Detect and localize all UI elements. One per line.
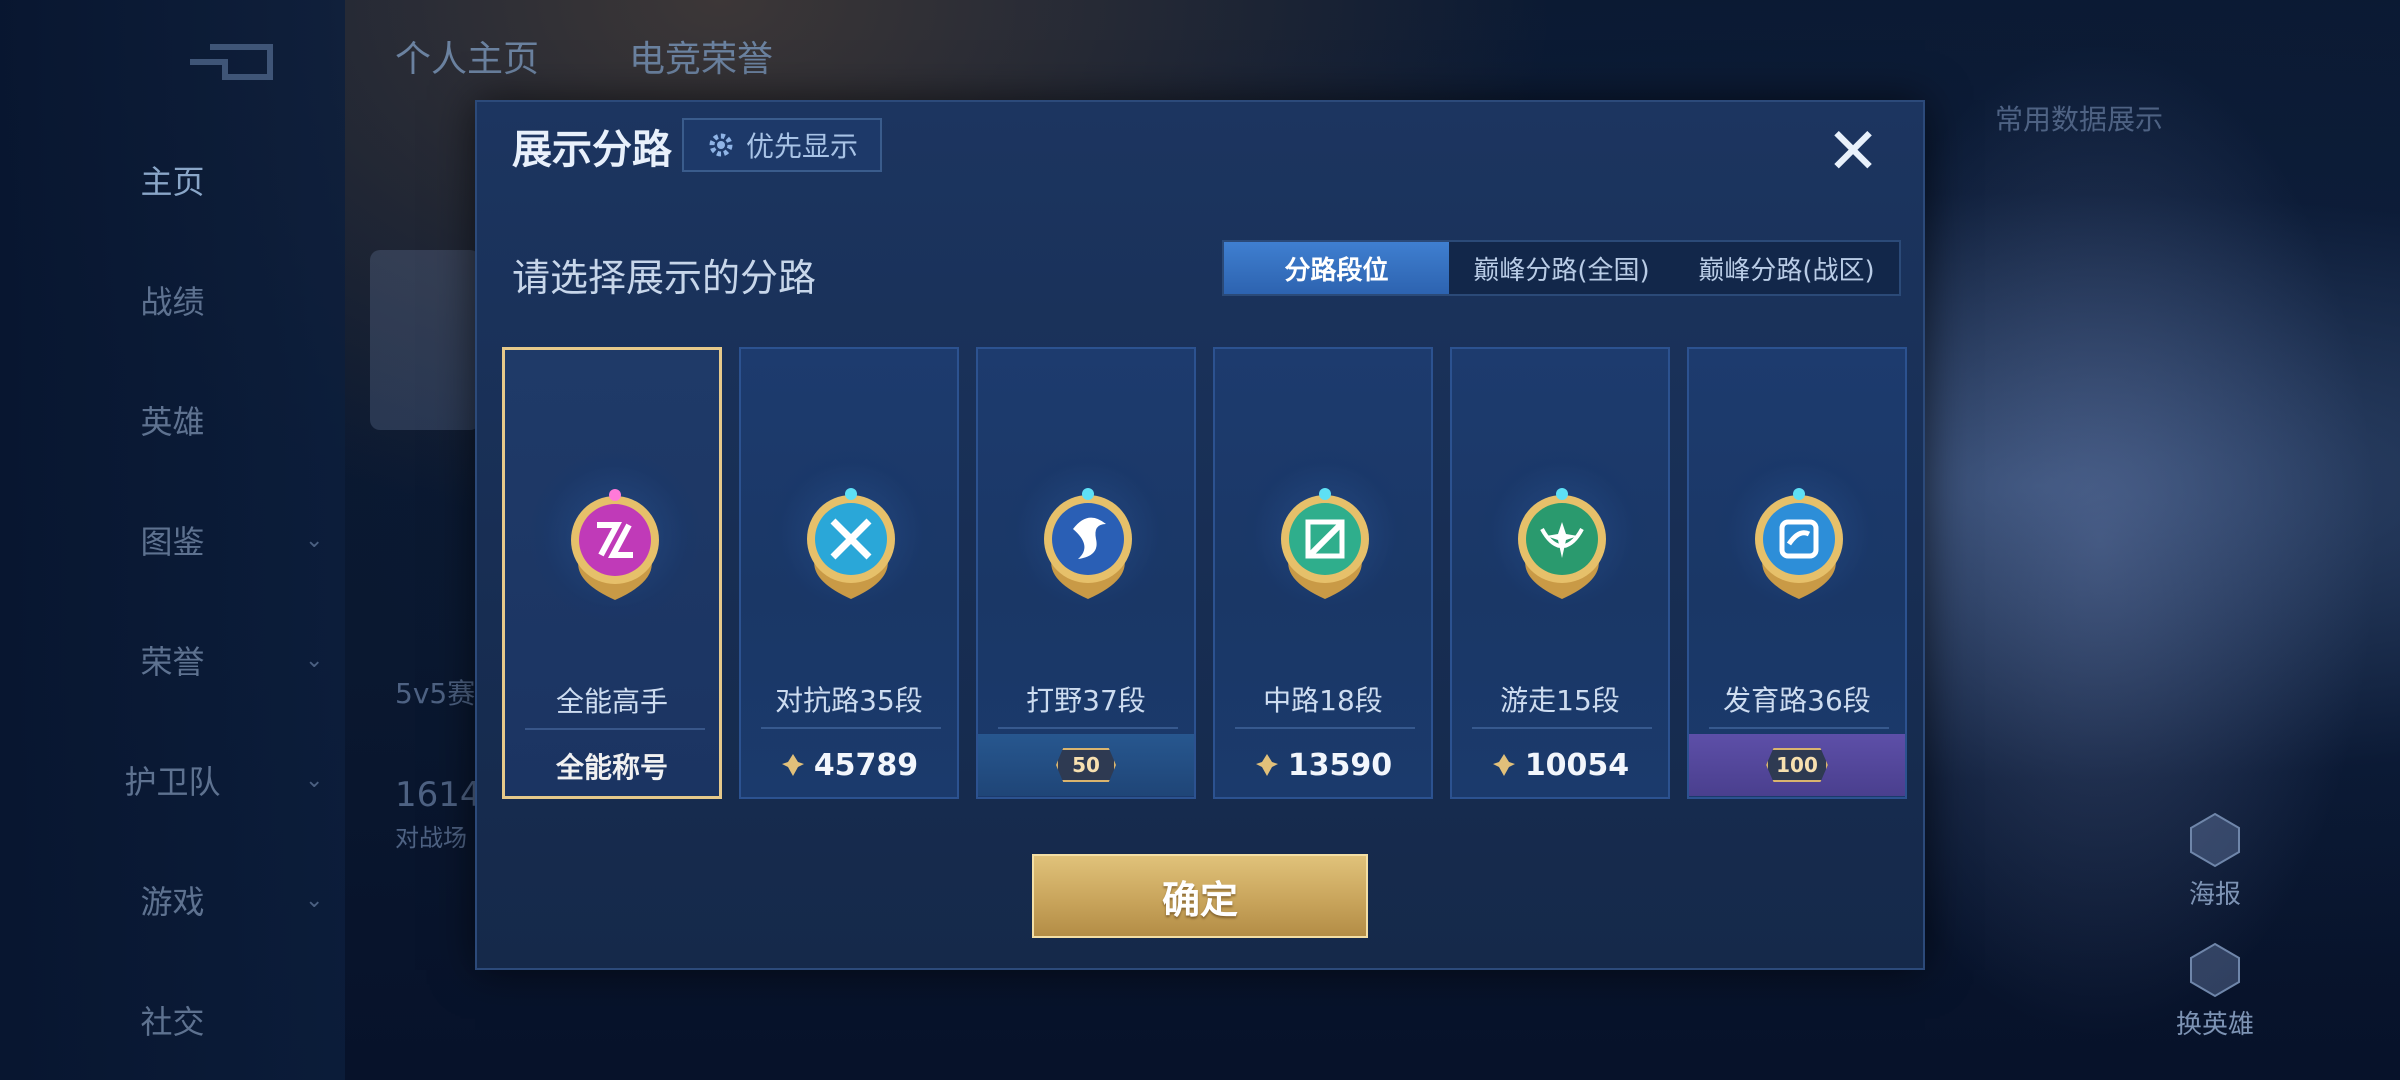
- lane-card-all-rounder[interactable]: 全能高手 全能称号: [502, 347, 722, 799]
- divider: [1472, 727, 1652, 729]
- lane-points-value: 45789: [813, 747, 919, 783]
- emblem-glow: [1240, 449, 1410, 619]
- card-title: 中路18段: [1263, 684, 1383, 717]
- gear-icon: [709, 133, 733, 157]
- nav-label: 图鉴: [140, 523, 205, 561]
- mode-label: 5v5赛: [395, 677, 476, 710]
- card-title: 游走15段: [1500, 684, 1620, 717]
- priority-display-label: 优先显示: [745, 130, 858, 163]
- nav-item-games[interactable]: 游戏 ⌄: [0, 865, 345, 935]
- poster-label: 海报: [2188, 880, 2241, 910]
- profile-top-tabs: 个人主页 电竞荣誉: [395, 30, 773, 82]
- farm-lane-icon: [1755, 488, 1843, 599]
- lane-points-value: 10054: [1524, 747, 1630, 783]
- nav-item-home[interactable]: 主页: [0, 145, 345, 215]
- chevron-down-icon: ⌄: [305, 887, 324, 913]
- lane-source-tabs: 分路段位 巅峰分路(全国) 巅峰分路(战区): [1222, 240, 1901, 296]
- nav-item-records[interactable]: 战绩: [0, 265, 345, 335]
- divider: [1235, 727, 1415, 729]
- nav-item-social[interactable]: 社交: [0, 985, 345, 1055]
- card-footer: 45789: [741, 734, 957, 796]
- tab-esports-honors[interactable]: 电竞荣誉: [629, 30, 773, 82]
- lane-points-icon: [781, 754, 804, 776]
- tab-peak-lane-national[interactable]: 巅峰分路(全国): [1449, 242, 1674, 294]
- card-title: 对抗路35段: [775, 684, 923, 717]
- nav-label: 护卫队: [124, 763, 221, 801]
- lane-card-clash[interactable]: 对抗路35段 45789: [739, 347, 959, 799]
- card-footer: 100: [1689, 734, 1905, 796]
- change-hero-icon: [2190, 942, 2240, 998]
- back-arrow-icon[interactable]: [180, 32, 280, 82]
- lane-points-icon: [1492, 754, 1515, 776]
- divider: [761, 727, 941, 729]
- all-rounder-icon: [571, 489, 659, 600]
- divider: [1709, 727, 1889, 729]
- card-title: 打野37段: [1026, 684, 1146, 717]
- poster-icon: [2190, 812, 2240, 868]
- card-footer: 13590: [1215, 734, 1431, 796]
- card-footer: 50: [978, 734, 1194, 796]
- tab-lane-rank[interactable]: 分路段位: [1224, 242, 1449, 294]
- card-footer: 10054: [1452, 734, 1668, 796]
- chevron-down-icon: ⌄: [305, 527, 324, 553]
- nav-label: 战绩: [140, 283, 205, 321]
- chevron-down-icon: ⌄: [305, 647, 324, 673]
- lane-points-value: 13590: [1287, 747, 1393, 783]
- match-count-label: 对战场: [395, 824, 467, 852]
- card-title: 全能高手: [555, 685, 668, 718]
- tab-personal-home[interactable]: 个人主页: [395, 30, 539, 82]
- divider: [998, 727, 1178, 729]
- match-count: 1614: [395, 775, 482, 815]
- emblem-glow: [1477, 449, 1647, 619]
- nav-item-gallery[interactable]: 图鉴 ⌄: [0, 505, 345, 575]
- lane-card-roam[interactable]: 游走15段 10054: [1450, 347, 1670, 799]
- chevron-down-icon: ⌄: [305, 767, 324, 793]
- tab-peak-lane-region[interactable]: 巅峰分路(战区): [1674, 242, 1899, 294]
- close-button[interactable]: ✕: [1823, 120, 1883, 184]
- left-navigation: 主页 战绩 英雄 图鉴 ⌄ 荣誉 ⌄ 护卫队 ⌄ 游戏 ⌄ 社交: [0, 0, 345, 1080]
- data-display-label: 常用数据展示: [1995, 103, 2164, 136]
- mid-lane-icon: [1281, 488, 1369, 599]
- change-hero-label: 换英雄: [2175, 1010, 2254, 1040]
- star-badge: 50: [1056, 748, 1116, 782]
- emblem-glow: [530, 450, 700, 620]
- jungle-icon: [1044, 488, 1132, 599]
- all-rounder-title-label: 全能称号: [555, 751, 668, 784]
- selection-prompt: 请选择展示的分路: [512, 256, 817, 300]
- divider: [525, 728, 705, 730]
- clash-lane-icon: [807, 488, 895, 599]
- nav-item-heroes[interactable]: 英雄: [0, 385, 345, 455]
- nav-label: 荣誉: [140, 643, 205, 681]
- hero-showcase-background: [1900, 0, 2400, 1080]
- poster-button[interactable]: 海报: [2165, 810, 2265, 911]
- star-badge: 100: [1766, 748, 1828, 782]
- nav-label: 游戏: [140, 883, 205, 921]
- emblem-glow: [766, 449, 936, 619]
- profile-card-thumbnail: [370, 250, 480, 430]
- nav-label: 社交: [140, 1003, 205, 1041]
- priority-display-button[interactable]: 优先显示: [682, 118, 882, 172]
- emblem-glow: [1003, 449, 1173, 619]
- lane-card-jungle[interactable]: 打野37段 50: [976, 347, 1196, 799]
- lane-display-dialog: 展示分路 优先显示 ✕ 请选择展示的分路 分路段位 巅峰分路(全国) 巅峰分路(…: [475, 100, 1925, 970]
- emblem-glow: [1714, 449, 1884, 619]
- nav-label: 主页: [140, 163, 205, 201]
- dialog-title: 展示分路: [512, 127, 672, 173]
- roam-icon: [1518, 488, 1606, 599]
- card-title: 发育路36段: [1723, 684, 1871, 717]
- card-footer: 全能称号: [505, 735, 719, 797]
- confirm-button[interactable]: 确定: [1032, 854, 1368, 938]
- lane-points-icon: [1255, 754, 1278, 776]
- nav-item-honors[interactable]: 荣誉 ⌄: [0, 625, 345, 695]
- nav-item-guard-team[interactable]: 护卫队 ⌄: [0, 745, 345, 815]
- change-hero-button[interactable]: 换英雄: [2165, 940, 2265, 1041]
- lane-card-farm[interactable]: 发育路36段 100: [1687, 347, 1907, 799]
- nav-label: 英雄: [140, 403, 205, 441]
- lane-card-mid[interactable]: 中路18段 13590: [1213, 347, 1433, 799]
